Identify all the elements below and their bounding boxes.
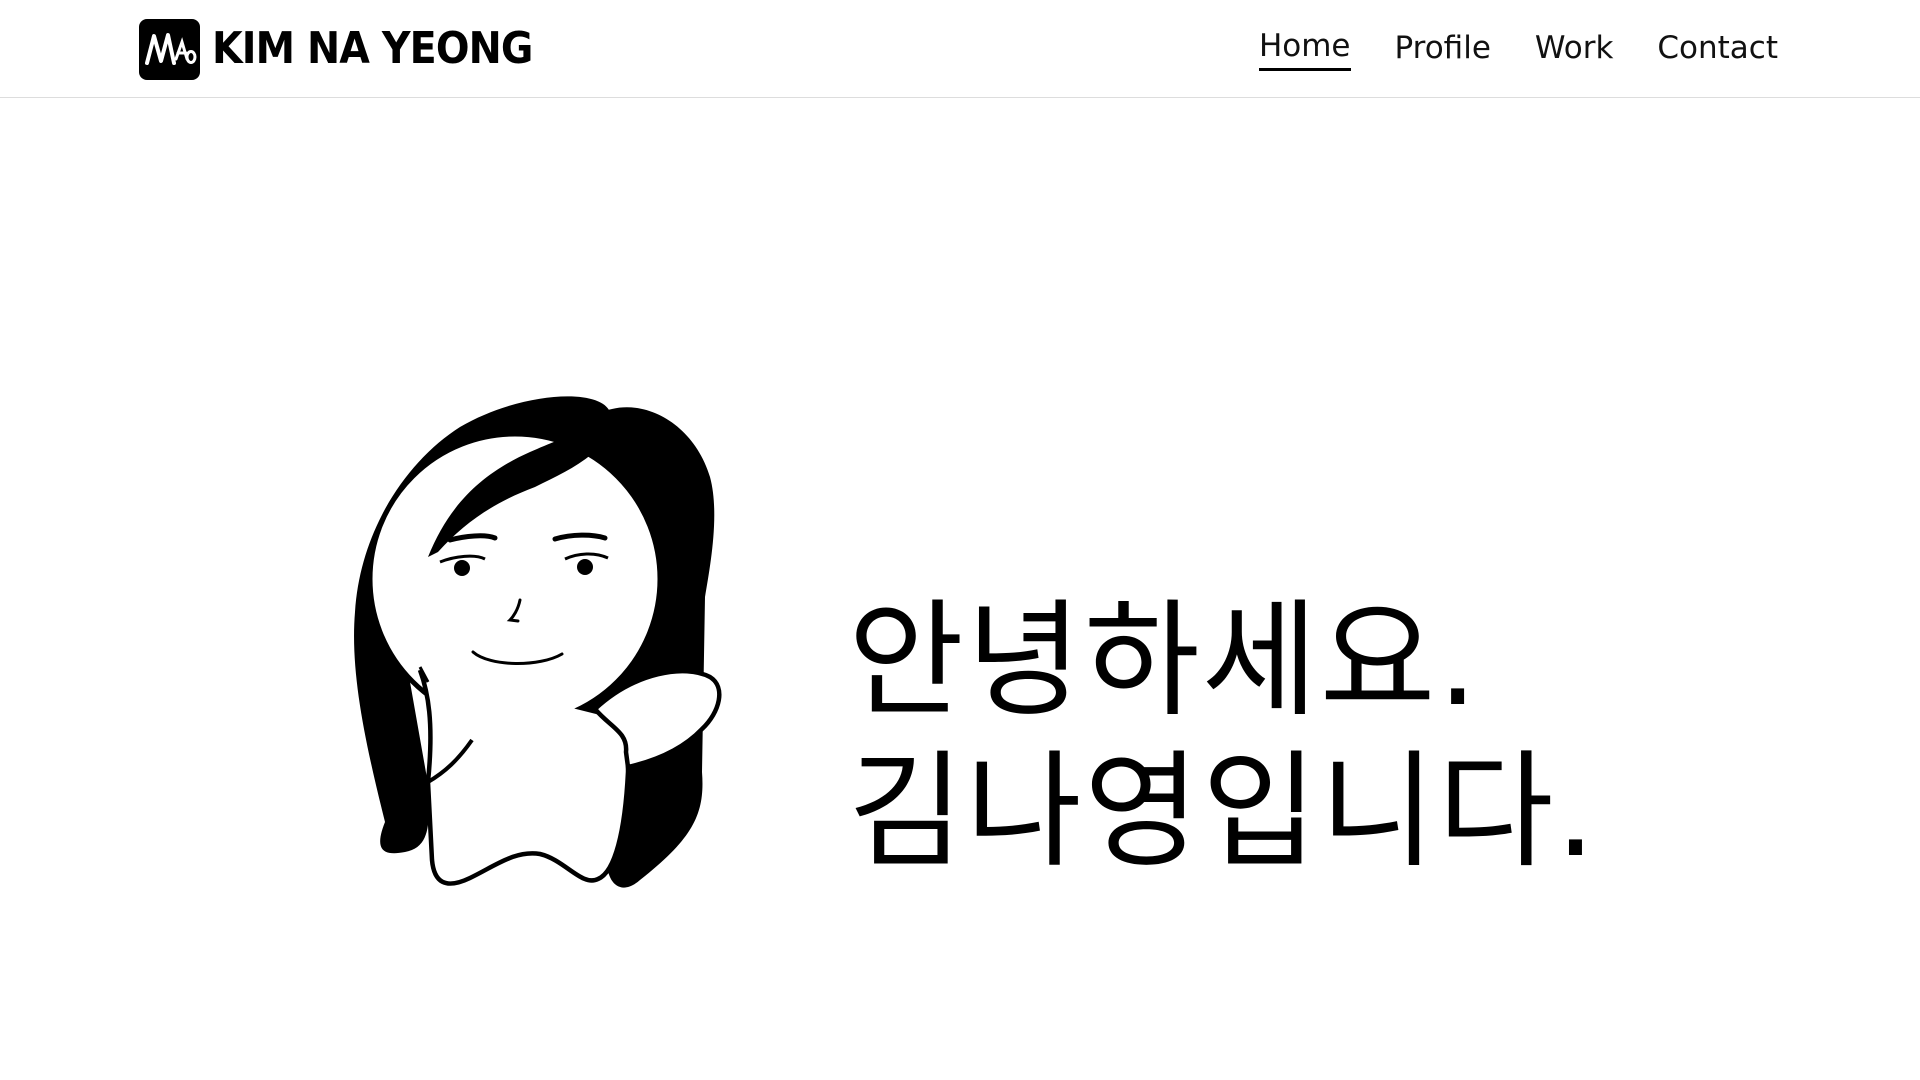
nav-work[interactable]: Work [1535,32,1614,70]
nav-contact[interactable]: Contact [1657,32,1778,70]
site-header: KIM NA YEONG Home Profile Work Contact [0,0,1920,98]
nav-home[interactable]: Home [1258,31,1351,71]
main-nav: Home Profile Work Contact [1258,26,1778,76]
brand-name[interactable]: KIM NA YEONG [212,27,533,71]
logo-icon[interactable] [139,18,200,80]
girl-avatar-illustration [354,396,722,888]
brand[interactable]: KIM NA YEONG [139,18,568,80]
greeting-line-1: 안녕하세요. [848,587,1480,734]
greeting-line-2: 김나영입니다. [848,738,1598,885]
logo-monogram-graphic [145,32,197,65]
nav-profile[interactable]: Profile [1395,32,1491,70]
greeting-text: 안녕하세요. 김나영입니다. [848,585,1598,887]
